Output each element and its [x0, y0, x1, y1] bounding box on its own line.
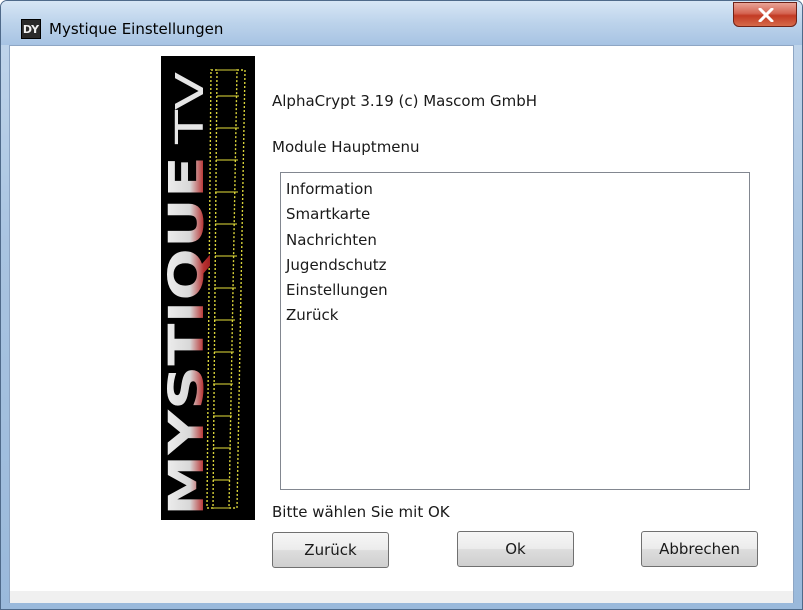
version-text: AlphaCrypt 3.19 (c) Mascom GmbH: [272, 92, 538, 110]
mystique-tv-logo: MYSTIQUE TV: [161, 56, 255, 520]
menu-item-nachrichten[interactable]: Nachrichten: [281, 228, 749, 253]
window-title: Mystique Einstellungen: [49, 20, 224, 38]
close-icon: [758, 8, 774, 22]
ok-button[interactable]: Ok: [457, 531, 574, 567]
app-icon: DY: [21, 19, 41, 39]
main-menu-list[interactable]: Information Smartkarte Nachrichten Jugen…: [280, 172, 750, 490]
menu-item-zurueck[interactable]: Zurück: [281, 303, 749, 328]
cancel-button[interactable]: Abbrechen: [641, 531, 758, 567]
hint-text: Bitte wählen Sie mit OK: [272, 503, 450, 521]
menu-item-smartkarte[interactable]: Smartkarte: [281, 202, 749, 227]
menu-item-information[interactable]: Information: [281, 177, 749, 202]
title-bar[interactable]: DY Mystique Einstellungen: [1, 1, 802, 45]
menu-title: Module Hauptmenu: [272, 138, 420, 156]
logo-brand-main: MYSTIQUE: [161, 156, 215, 516]
back-button[interactable]: Zurück: [272, 532, 389, 568]
menu-item-jugendschutz[interactable]: Jugendschutz: [281, 253, 749, 278]
dialog-footer-strip: [9, 591, 794, 603]
close-button[interactable]: [733, 2, 797, 27]
logo-brand-suffix: TV: [168, 72, 212, 145]
menu-item-einstellungen[interactable]: Einstellungen: [281, 278, 749, 303]
